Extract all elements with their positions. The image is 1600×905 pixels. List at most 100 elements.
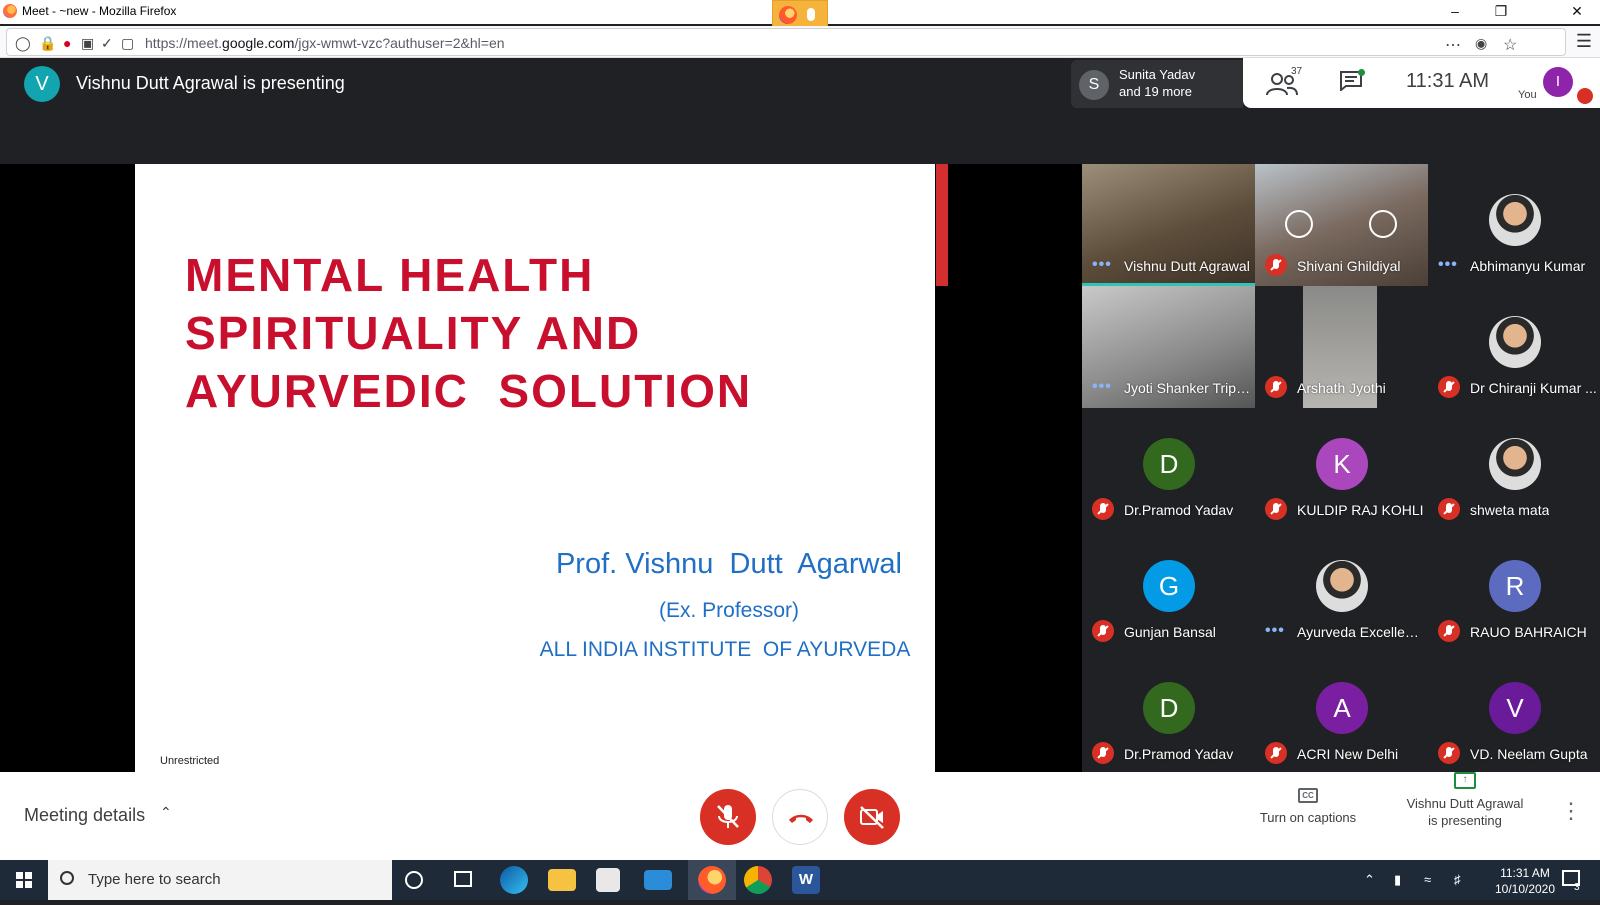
participant-name: Ayurveda Excellence	[1297, 624, 1425, 640]
chevron-up-icon[interactable]: ⌃	[160, 804, 172, 821]
taskbar-clock[interactable]: 11:31 AM 10/10/2020	[1490, 865, 1560, 897]
microphone-muted-icon	[1092, 620, 1114, 642]
participant-name: Dr.Pramod Yadav	[1124, 746, 1234, 762]
wifi-icon[interactable]: ≈	[1424, 872, 1431, 887]
participant-name: VD. Neelam Gupta	[1470, 746, 1588, 762]
participant-grid: ••• Vishnu Dutt Agrawal Shivani Ghildiyal •…	[1082, 164, 1600, 772]
leave-call-button[interactable]	[772, 789, 828, 845]
meeting-clock: 11:31 AM	[1406, 70, 1490, 92]
present-now-button[interactable]: ↑ Vishnu Dutt Agrawal is presenting	[1385, 772, 1545, 852]
slide-accent-bar	[936, 164, 948, 286]
battery-icon[interactable]: ▮	[1394, 872, 1401, 888]
volume-icon[interactable]: ♯	[1454, 872, 1461, 887]
close-window-button[interactable]: ✕	[1554, 0, 1600, 24]
captions-button[interactable]: CC Turn on captions	[1228, 778, 1388, 854]
firefox-taskbar-button[interactable]	[688, 860, 736, 900]
notification-icon[interactable]: ▢	[121, 35, 134, 52]
word-icon[interactable]: W	[792, 866, 820, 894]
audio-level-icon: •••	[1092, 256, 1112, 273]
participant-tile[interactable]: Dr Chiranji Kumar ...	[1428, 286, 1600, 408]
start-button[interactable]	[0, 860, 48, 900]
cortana-icon[interactable]	[405, 871, 423, 889]
store-icon[interactable]	[596, 868, 620, 892]
participant-tile[interactable]: K KULDIP RAJ KOHLI	[1255, 408, 1428, 530]
microphone-muted-icon	[1438, 376, 1460, 398]
participant-avatar: V	[1489, 682, 1541, 734]
participant-tile[interactable]: V VD. Neelam Gupta	[1428, 652, 1600, 774]
participant-name: RAUO BAHRAICH	[1470, 624, 1587, 640]
participant-name: Arshath Jyothi	[1297, 380, 1386, 396]
taskbar-search[interactable]: Type here to search	[48, 860, 392, 900]
participant-photo	[1489, 194, 1541, 246]
participant-photo	[1489, 316, 1541, 368]
participant-tile[interactable]: D Dr.Pramod Yadav	[1082, 652, 1255, 774]
show-hidden-icons-icon[interactable]: ⌃	[1364, 872, 1375, 888]
search-icon	[60, 871, 74, 885]
present-screen-icon: ↑	[1454, 772, 1476, 789]
more-options-icon[interactable]: ⋮	[1560, 796, 1582, 826]
phone-hangup-icon	[789, 814, 813, 823]
participant-name: Shivani Ghildiyal	[1297, 258, 1401, 274]
camera-off-icon	[860, 806, 884, 829]
participant-tile[interactable]: R RAUO BAHRAICH	[1428, 530, 1600, 652]
presentation-stage: MENTAL HEALTH SPIRITUALITY AND AYURVEDIC…	[0, 164, 1082, 772]
participant-name: shweta mata	[1470, 502, 1550, 518]
file-explorer-icon[interactable]	[548, 869, 576, 891]
participants-pill[interactable]: S Sunita Yadav and 19 more	[1071, 60, 1243, 108]
slide-footer: Unrestricted	[160, 755, 220, 767]
microphone-muted-icon	[1265, 742, 1287, 764]
screen-share-icon[interactable]: ✓	[101, 35, 113, 52]
lock-icon[interactable]: 🔒	[39, 35, 56, 52]
chrome-icon[interactable]	[744, 866, 772, 894]
participant-avatar: A	[1316, 682, 1368, 734]
self-avatar[interactable]: I	[1543, 67, 1573, 97]
camera-blocked-icon[interactable]: ▣	[81, 35, 94, 52]
edge-icon[interactable]	[500, 866, 528, 894]
navigation-bar: ◯ 🔒 ● ▣ ✓ ▢ https://meet.google.com/jgx-…	[0, 26, 1600, 58]
microphone-muted-icon	[1438, 498, 1460, 520]
meeting-details-button[interactable]: Meeting details	[24, 805, 145, 826]
participant-avatar: R	[1489, 560, 1541, 612]
closed-captions-icon: CC	[1298, 788, 1318, 803]
camera-toggle-button[interactable]	[844, 789, 900, 845]
meet-header: V Vishnu Dutt Agrawal is presenting S Su…	[0, 58, 1600, 164]
participant-tile[interactable]: ••• Jyoti Shanker Tripa...	[1082, 286, 1255, 408]
participant-avatar: D	[1143, 438, 1195, 490]
microphone-muted-icon	[1092, 498, 1114, 520]
mail-icon[interactable]	[644, 870, 672, 890]
participant-tile[interactable]: shweta mata	[1428, 408, 1600, 530]
participant-name: KULDIP RAJ KOHLI	[1297, 502, 1424, 518]
participant-tile[interactable]: Arshath Jyothi	[1255, 286, 1428, 408]
people-count: 37	[1291, 66, 1303, 77]
microphone-permission-icon[interactable]: ●	[63, 35, 71, 51]
url-bar[interactable]: ◯ 🔒 ● ▣ ✓ ▢ https://meet.google.com/jgx-…	[6, 28, 1566, 56]
remove-icon[interactable]	[1369, 210, 1397, 238]
participant-photo	[1489, 438, 1541, 490]
pocket-icon[interactable]: ◉	[1475, 35, 1487, 52]
shield-icon[interactable]: ◯	[15, 35, 31, 52]
participant-tile[interactable]: ••• Ayurveda Excellence	[1255, 530, 1428, 652]
task-view-icon[interactable]	[454, 871, 472, 887]
participant-name: Jyoti Shanker Tripa...	[1124, 380, 1252, 396]
participant-tile[interactable]: Shivani Ghildiyal	[1255, 164, 1428, 286]
notifications-count: 3	[1574, 882, 1580, 893]
bookmark-star-icon[interactable]: ☆	[1503, 35, 1517, 55]
microphone-toggle-button[interactable]	[700, 789, 756, 845]
window-title: Meet - ~new - Mozilla Firefox	[22, 4, 177, 18]
minimize-button[interactable]: –	[1432, 0, 1478, 24]
microphone-muted-icon	[1265, 376, 1287, 398]
participant-tile[interactable]: A ACRI New Delhi	[1255, 652, 1428, 774]
page-actions-icon[interactable]: ⋯	[1445, 35, 1461, 55]
maximize-button[interactable]: ❐	[1478, 0, 1524, 24]
participant-tile[interactable]: ••• Abhimanyu Kumar	[1428, 164, 1600, 286]
participant-photo	[1316, 560, 1368, 612]
participant-tile[interactable]: ••• Vishnu Dutt Agrawal	[1082, 164, 1255, 286]
pin-icon[interactable]	[1285, 210, 1313, 238]
participant-avatar: G	[1143, 560, 1195, 612]
participant-tile[interactable]: D Dr.Pramod Yadav	[1082, 408, 1255, 530]
url-text[interactable]: https://meet.google.com/jgx-wmwt-vzc?aut…	[145, 35, 505, 51]
menu-icon[interactable]: ☰	[1576, 31, 1592, 52]
participant-tile[interactable]: G Gunjan Bansal	[1082, 530, 1255, 652]
control-bar: Meeting details ⌃ CC Turn on captions ↑ …	[0, 772, 1600, 860]
participant-name: Dr Chiranji Kumar ...	[1470, 380, 1597, 396]
